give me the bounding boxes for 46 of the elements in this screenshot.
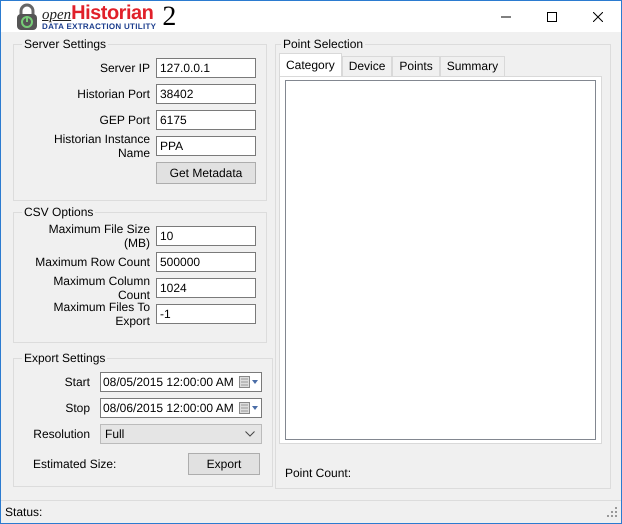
field-label: Start	[64, 375, 90, 389]
input-field[interactable]: 10	[156, 226, 256, 246]
field-label: Server IP	[100, 61, 150, 75]
status-label: Status:	[5, 505, 42, 519]
calendar-dropdown-icon	[239, 376, 259, 388]
logo-version: 2	[162, 2, 176, 30]
tab[interactable]: Device	[342, 56, 392, 76]
group-title: Export Settings	[23, 351, 106, 365]
input-field[interactable]: PPA	[156, 136, 256, 156]
get-metadata-button[interactable]: Get Metadata	[156, 162, 256, 184]
field-label: Stop	[64, 401, 90, 415]
logo-prefix: open	[42, 8, 72, 22]
date-picker[interactable]: 08/06/2015 12:00:00 AM	[100, 398, 262, 418]
chevron-down-icon	[245, 431, 255, 437]
input-field[interactable]: 127.0.0.1	[156, 58, 256, 78]
input-field[interactable]: 38402	[156, 84, 256, 104]
estimated-size-label: Estimated Size:	[33, 457, 116, 471]
point-count-label: Point Count:	[285, 466, 352, 480]
field-label: Maximum Row Count	[35, 255, 150, 269]
resize-grip-icon[interactable]	[607, 507, 617, 517]
field-label: Historian Instance Name	[52, 132, 150, 160]
calendar-dropdown-icon	[239, 402, 259, 414]
input-field[interactable]: -1	[156, 304, 256, 324]
field-label: Maximum File Size (MB)	[48, 222, 150, 250]
input-field[interactable]: 1024	[156, 278, 256, 298]
field-label: GEP Port	[100, 113, 150, 127]
tab[interactable]: Summary	[440, 56, 506, 76]
logo-subtitle: DATA EXTRACTION UTILITY	[42, 22, 156, 30]
field-label: Maximum Files To Export	[52, 300, 150, 328]
group-title: CSV Options	[23, 205, 94, 219]
tab[interactable]: Points	[392, 56, 440, 76]
group-title: Server Settings	[23, 37, 108, 51]
input-field[interactable]: 500000	[156, 252, 256, 272]
padlock-power-icon	[16, 2, 38, 30]
logo-name: Historian	[71, 2, 154, 22]
input-field[interactable]: 6175	[156, 110, 256, 130]
tab[interactable]: Category	[279, 53, 342, 76]
maximize-icon[interactable]	[547, 12, 557, 22]
export-button[interactable]: Export	[188, 453, 260, 475]
group-title: Point Selection	[282, 37, 364, 51]
field-label: Maximum Column Count	[52, 274, 150, 302]
resolution-dropdown[interactable]: Full	[100, 424, 262, 444]
close-icon[interactable]	[593, 12, 603, 22]
field-label: Historian Port	[77, 87, 150, 101]
date-picker[interactable]: 08/05/2015 12:00:00 AM	[100, 372, 262, 392]
field-label: Resolution	[32, 427, 90, 441]
